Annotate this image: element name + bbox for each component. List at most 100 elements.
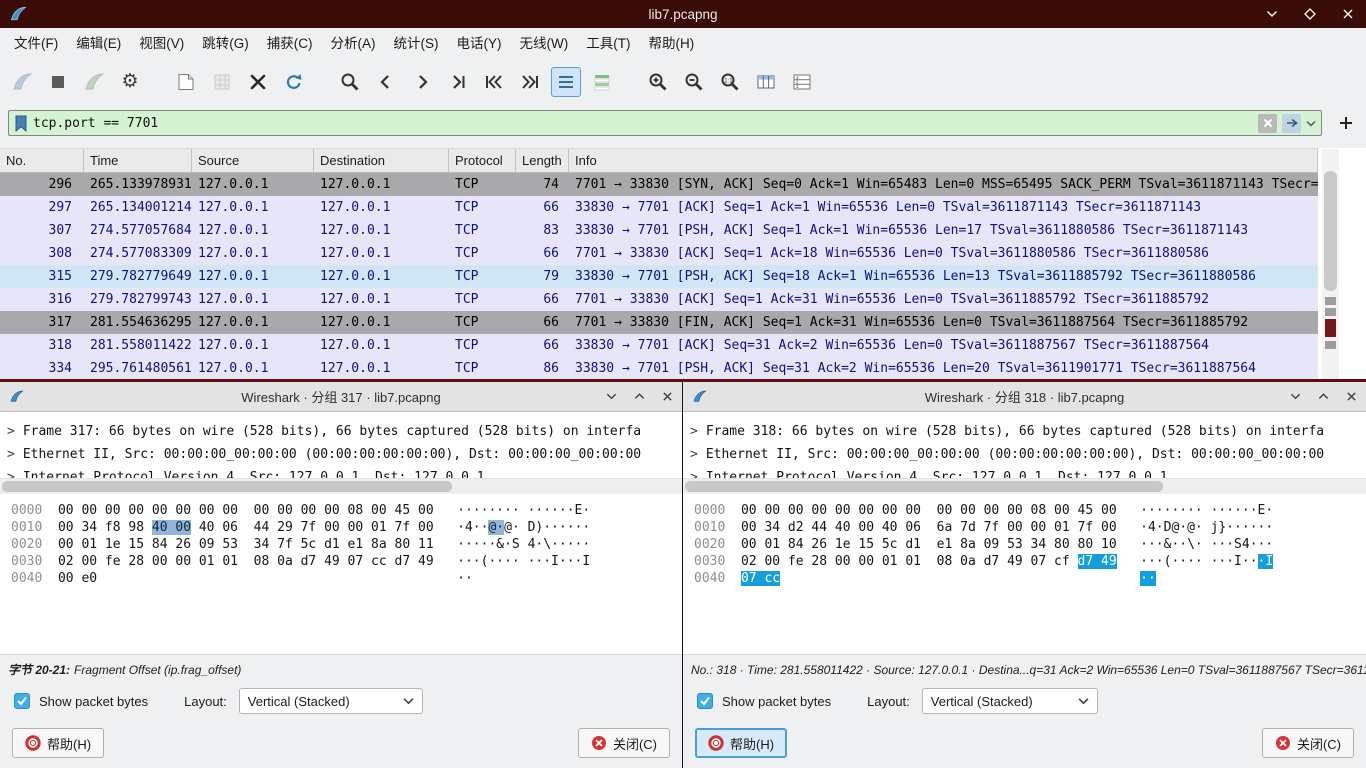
window-minimize-button[interactable] <box>1264 6 1280 22</box>
chevron-down-icon[interactable] <box>606 391 617 402</box>
expander-icon[interactable]: > <box>690 470 698 478</box>
packet-row[interactable]: 296265.133978931127.0.0.1127.0.0.1TCP747… <box>0 173 1318 196</box>
packet-list-scrollbar[interactable] <box>1322 149 1339 379</box>
window-maximize-button[interactable] <box>1302 6 1318 22</box>
display-filter-input-wrap[interactable] <box>8 110 1322 136</box>
column-header-protocol[interactable]: Protocol <box>449 149 516 172</box>
menu-item-go[interactable]: 跳转(G) <box>193 28 258 59</box>
add-filter-button[interactable] <box>1334 110 1358 136</box>
numbered-columns-button[interactable]: 123 <box>787 67 817 97</box>
packet-detail-tree[interactable]: >Frame 318: 66 bytes on wire (528 bits),… <box>683 412 1366 478</box>
packet-row[interactable]: 316279.782799743127.0.0.1127.0.0.1TCP667… <box>0 288 1318 311</box>
expander-icon[interactable]: > <box>7 447 15 462</box>
close-dialog-button[interactable]: 关闭(C) <box>1262 728 1354 758</box>
column-header-info[interactable]: Info <box>569 149 1318 172</box>
expander-icon[interactable]: > <box>690 447 698 462</box>
colorize-button[interactable] <box>587 67 617 97</box>
go-back-button[interactable] <box>371 67 401 97</box>
packet-row[interactable]: 317281.554636295127.0.0.1127.0.0.1TCP667… <box>0 311 1318 334</box>
show-packet-bytes-checkbox[interactable] <box>697 693 713 709</box>
menu-item-telephony[interactable]: 电话(Y) <box>448 28 511 59</box>
packet-row[interactable]: 297265.134001214127.0.0.1127.0.0.1TCP663… <box>0 196 1318 219</box>
menu-item-help[interactable]: 帮助(H) <box>639 28 703 59</box>
packet-bytes-pane[interactable]: 0000 00 00 00 00 00 00 00 00 00 00 00 00… <box>0 494 682 654</box>
reload-button[interactable] <box>279 67 309 97</box>
capture-start-button[interactable] <box>7 67 37 97</box>
detail-hscrollbar[interactable] <box>683 478 1366 494</box>
layout-dropdown[interactable]: Vertical (Stacked) <box>922 688 1098 714</box>
chevron-up-icon[interactable] <box>1318 391 1329 402</box>
close-icon[interactable] <box>662 391 673 402</box>
detail-tree-row[interactable]: >Ethernet II, Src: 00:00:00_00:00:00 (00… <box>690 443 1366 466</box>
menu-item-capture[interactable]: 捕获(C) <box>258 28 322 59</box>
detail-tree-row[interactable]: >Ethernet II, Src: 00:00:00_00:00:00 (00… <box>7 443 682 466</box>
window-close-button[interactable] <box>1340 6 1356 22</box>
filter-apply-button[interactable] <box>1282 114 1301 133</box>
menu-item-wireless[interactable]: 无线(W) <box>511 28 578 59</box>
help-button[interactable]: 帮助(H) <box>695 728 787 758</box>
show-packet-bytes-checkbox[interactable] <box>14 693 30 709</box>
file-close-button[interactable] <box>243 67 273 97</box>
close-dialog-button[interactable]: 关闭(C) <box>578 728 670 758</box>
hex-bytes-selected: d7 49 <box>1078 554 1117 569</box>
detail-tree-row[interactable]: >Frame 318: 66 bytes on wire (528 bits),… <box>690 420 1366 443</box>
go-forward-button[interactable] <box>407 67 437 97</box>
packet-row[interactable]: 334295.761480561127.0.0.1127.0.0.1TCP863… <box>0 357 1318 380</box>
chevron-down-icon[interactable] <box>1290 391 1301 402</box>
menu-item-analyze[interactable]: 分析(A) <box>322 28 385 59</box>
go-to-packet-button[interactable] <box>443 67 473 97</box>
file-save-button[interactable] <box>207 67 237 97</box>
column-header-time[interactable]: Time <box>84 149 192 172</box>
check-icon <box>16 695 28 707</box>
menu-item-edit[interactable]: 编辑(E) <box>67 28 130 59</box>
detail-tree-row[interactable]: >Internet Protocol Version 4, Src: 127.0… <box>7 466 682 478</box>
expander-icon[interactable]: > <box>690 424 698 439</box>
filter-clear-button[interactable] <box>1258 114 1277 133</box>
ascii-selected: ·I <box>1258 554 1274 569</box>
layout-dropdown[interactable]: Vertical (Stacked) <box>239 688 423 714</box>
menu-item-tools[interactable]: 工具(T) <box>577 28 639 59</box>
scrollbar-thumb[interactable] <box>1324 171 1337 291</box>
zoom-reset-button[interactable]: 1:1 <box>715 67 745 97</box>
zoom-in-button[interactable] <box>643 67 673 97</box>
go-first-button[interactable] <box>479 67 509 97</box>
column-header-length[interactable]: Length <box>516 149 569 172</box>
filter-dropdown-caret-icon[interactable] <box>1306 120 1316 127</box>
hscrollbar-thumb[interactable] <box>685 481 1163 492</box>
status-field-label: 字节 20-21: <box>8 661 70 678</box>
packet-row[interactable]: 315279.782779649127.0.0.1127.0.0.1TCP793… <box>0 265 1318 288</box>
go-last-button[interactable] <box>515 67 545 97</box>
display-filter-input[interactable] <box>33 116 1253 131</box>
menu-item-file[interactable]: 文件(F) <box>5 28 67 59</box>
cell-src: 127.0.0.1 <box>192 288 314 311</box>
column-header-source[interactable]: Source <box>192 149 314 172</box>
capture-restart-button[interactable] <box>79 67 109 97</box>
detail-hscrollbar[interactable] <box>0 478 682 494</box>
help-button[interactable]: 帮助(H) <box>12 728 104 758</box>
column-header-destination[interactable]: Destination <box>314 149 449 172</box>
packet-bytes-pane[interactable]: 0000 00 00 00 00 00 00 00 00 00 00 00 00… <box>683 494 1366 654</box>
column-header-no[interactable]: No. <box>0 149 84 172</box>
expander-icon[interactable]: > <box>7 470 15 478</box>
detail-tree-row[interactable]: >Frame 317: 66 bytes on wire (528 bits),… <box>7 420 682 443</box>
detail-tree-row[interactable]: >Internet Protocol Version 4, Src: 127.0… <box>690 466 1366 478</box>
cell-src: 127.0.0.1 <box>192 334 314 357</box>
auto-scroll-button[interactable] <box>551 67 581 97</box>
hscrollbar-thumb[interactable] <box>2 481 452 492</box>
packet-row[interactable]: 307274.577057684127.0.0.1127.0.0.1TCP833… <box>0 219 1318 242</box>
capture-options-button[interactable]: ⚙ <box>115 67 145 97</box>
close-icon[interactable] <box>1346 391 1357 402</box>
packet-row[interactable]: 318281.558011422127.0.0.1127.0.0.1TCP663… <box>0 334 1318 357</box>
packet-detail-tree[interactable]: >Frame 317: 66 bytes on wire (528 bits),… <box>0 412 682 478</box>
expander-icon[interactable]: > <box>7 424 15 439</box>
packet-row[interactable]: 308274.577083309127.0.0.1127.0.0.1TCP667… <box>0 242 1318 265</box>
file-open-button[interactable] <box>171 67 201 97</box>
find-packet-button[interactable] <box>335 67 365 97</box>
chevron-up-icon[interactable] <box>634 391 645 402</box>
resize-columns-button[interactable] <box>751 67 781 97</box>
menu-item-view[interactable]: 视图(V) <box>130 28 193 59</box>
zoom-out-button[interactable] <box>679 67 709 97</box>
hex-bytes-selected: 40 00 <box>152 520 191 535</box>
capture-stop-button[interactable] <box>43 67 73 97</box>
menu-item-statistics[interactable]: 统计(S) <box>385 28 448 59</box>
